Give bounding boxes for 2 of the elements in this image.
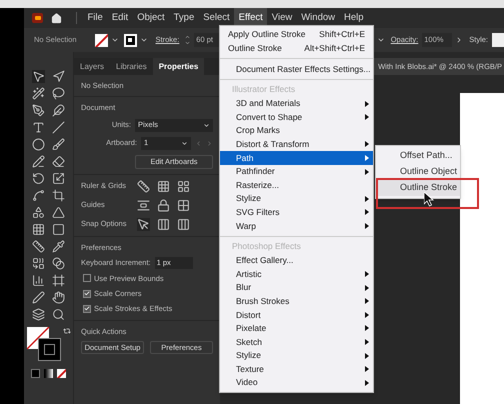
menu-section-heading: Illustrator Effects	[231, 83, 296, 96]
menu-section-heading: Photoshop Effects	[231, 240, 302, 254]
